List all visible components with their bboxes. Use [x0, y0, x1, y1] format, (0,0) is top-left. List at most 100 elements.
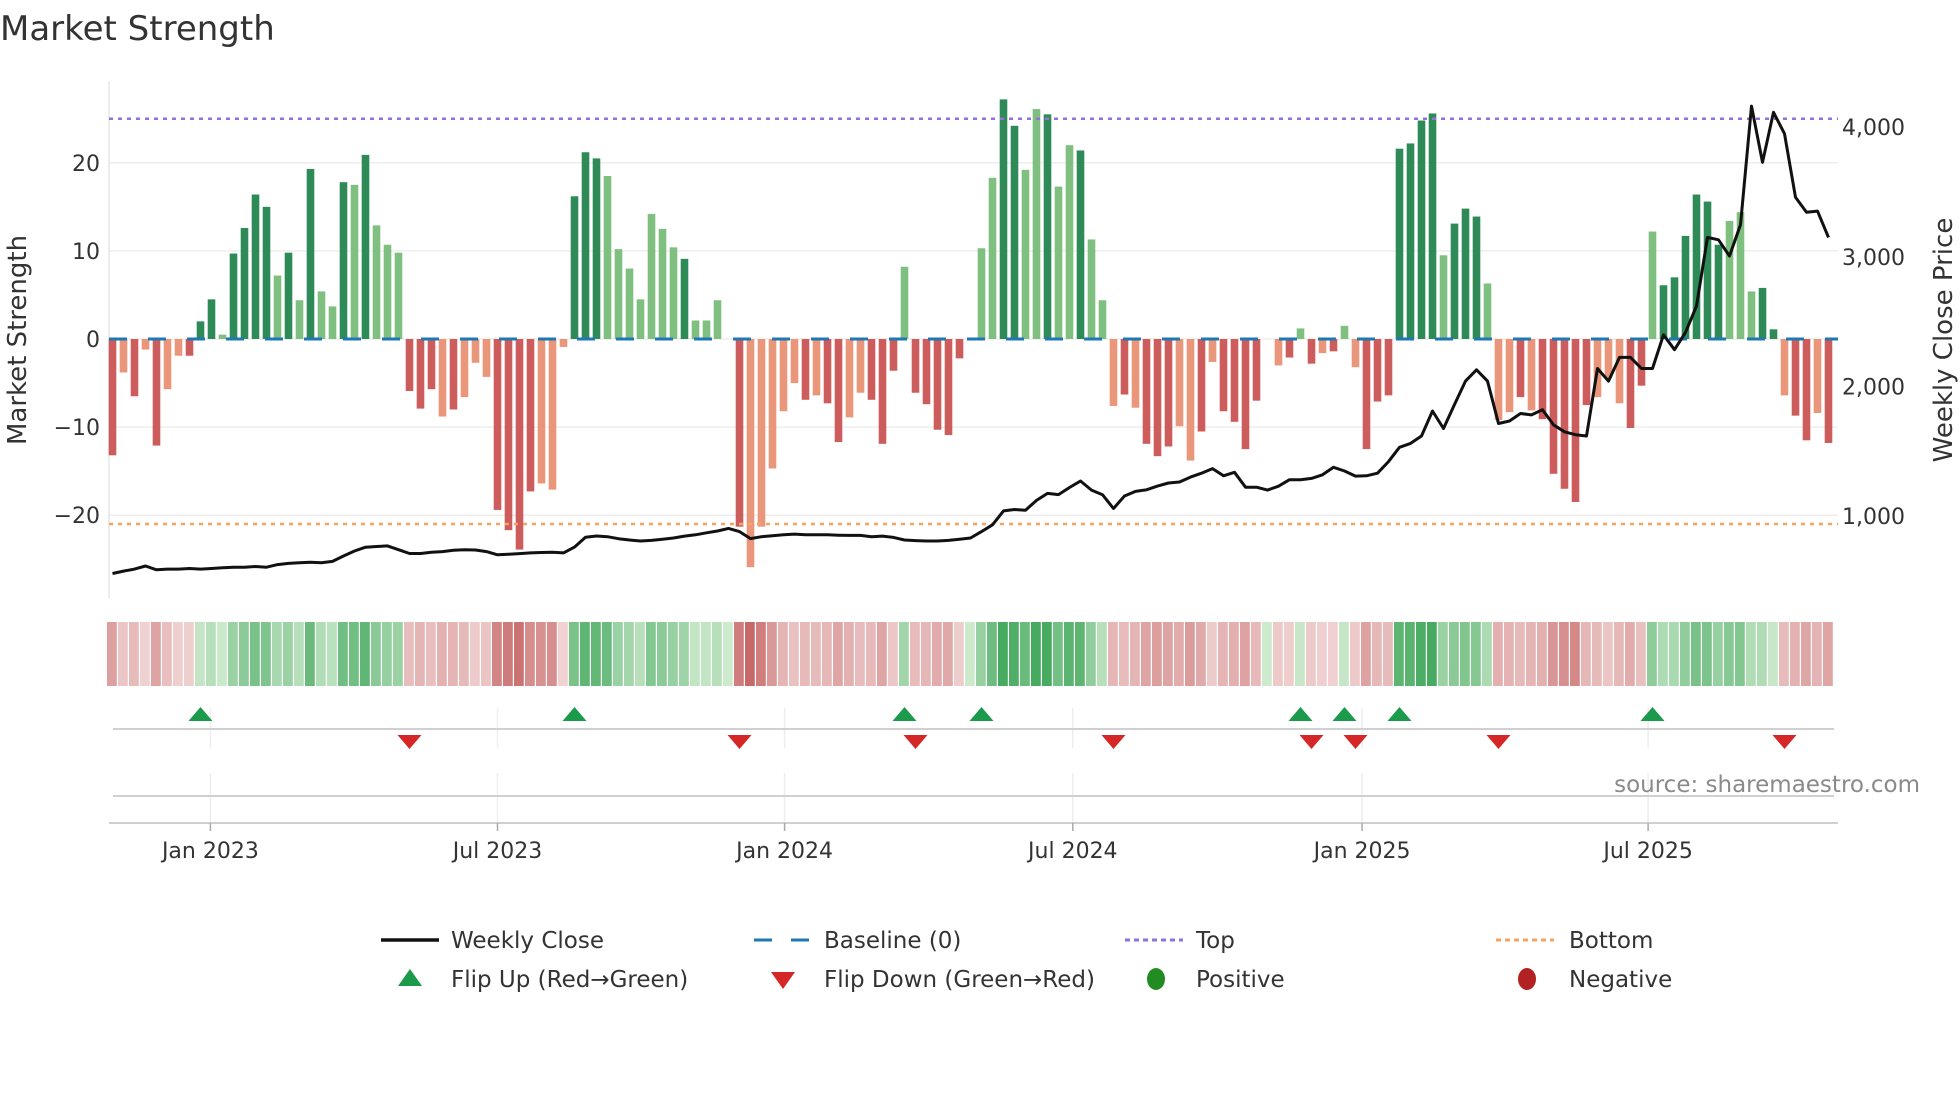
- positive-bar: [1296, 328, 1305, 339]
- positive-bar: [900, 266, 909, 339]
- negative-bar: [856, 339, 865, 393]
- strength-cell: [1196, 622, 1206, 686]
- strength-cell: [1174, 622, 1184, 686]
- strength-cell: [822, 622, 832, 686]
- strength-cell: [756, 622, 766, 686]
- positive-bar: [977, 248, 986, 339]
- negative-bar: [768, 339, 777, 469]
- positive-bar: [196, 321, 205, 339]
- strength-cell: [1350, 622, 1360, 686]
- y2-axis-label: Weekly Close Price: [1929, 218, 1959, 463]
- strength-cell: [349, 622, 359, 686]
- positive-bar: [713, 300, 722, 339]
- legend-label: Baseline (0): [824, 928, 961, 954]
- negative-bar: [1571, 339, 1580, 502]
- flip-down-marker: [1101, 735, 1126, 749]
- strength-cell: [1592, 622, 1602, 686]
- strength-cell: [1361, 622, 1371, 686]
- positive-bar: [1769, 329, 1778, 339]
- legend-item-positive: Positive: [1147, 967, 1285, 993]
- negative-bar: [174, 339, 183, 356]
- strength-cell: [1009, 622, 1019, 686]
- negative-bar: [779, 339, 788, 412]
- negative-bar: [438, 339, 447, 417]
- strength-cell: [1163, 622, 1173, 686]
- flip-down-marker: [1486, 735, 1511, 749]
- strength-cell: [140, 622, 150, 686]
- legend-item-bottom: Bottom: [1496, 928, 1653, 954]
- positive-bar: [570, 196, 579, 339]
- strength-cell: [459, 622, 469, 686]
- strength-cell: [657, 622, 667, 686]
- strength-cell: [1691, 622, 1701, 686]
- strength-cell: [1251, 622, 1261, 686]
- negative-bar: [845, 339, 854, 418]
- negative-bar: [141, 339, 150, 350]
- strength-cell: [536, 622, 546, 686]
- strength-cell: [437, 622, 447, 686]
- x-tick-label: Jul 2023: [451, 839, 543, 864]
- negative-bar: [1560, 339, 1569, 489]
- flip-up-marker: [892, 707, 917, 721]
- strength-cell: [1581, 622, 1591, 686]
- strength-cell: [800, 622, 810, 686]
- strength-cell: [1042, 622, 1052, 686]
- y-axis-label: Market Strength: [3, 235, 33, 445]
- flip-up-marker: [1640, 707, 1665, 721]
- y-tick-label: 0: [86, 328, 100, 353]
- positive-bar: [1032, 109, 1041, 340]
- strength-bars: [108, 99, 1833, 568]
- strength-cell: [426, 622, 436, 686]
- negative-bar: [1241, 339, 1250, 450]
- negative-bar: [108, 339, 117, 456]
- flip-down-marker: [397, 735, 422, 749]
- strength-cell: [954, 622, 964, 686]
- positive-bar: [1065, 145, 1074, 339]
- strength-cell: [624, 622, 634, 686]
- strength-cell: [107, 622, 117, 686]
- negative-bar: [867, 339, 876, 400]
- legend-item-baseline: Baseline (0): [754, 928, 961, 954]
- x-tick-label: Jan 2023: [160, 839, 259, 864]
- legend-item-top: Top: [1125, 928, 1235, 954]
- negative-bar: [185, 339, 194, 356]
- flip-up-marker: [1288, 707, 1313, 721]
- negative-bar: [1813, 339, 1822, 414]
- strength-cell: [1339, 622, 1349, 686]
- legend-label: Positive: [1196, 967, 1285, 993]
- positive-bar: [1439, 255, 1448, 339]
- strength-cell: [591, 622, 601, 686]
- legend-item-weekly-close: Weekly Close: [381, 928, 604, 954]
- strength-cell: [921, 622, 931, 686]
- strength-cell: [1130, 622, 1140, 686]
- strength-cell: [1086, 622, 1096, 686]
- strength-cell: [360, 622, 370, 686]
- negative-bar: [163, 339, 172, 390]
- negative-bar: [1637, 339, 1646, 386]
- negative-bar: [537, 339, 546, 484]
- negative-bar: [1307, 339, 1316, 364]
- y-tick-label: −10: [54, 416, 100, 441]
- positive-bar: [636, 299, 645, 339]
- legend-label: Weekly Close: [451, 928, 604, 954]
- strength-cell: [1504, 622, 1514, 686]
- strength-cell: [1438, 622, 1448, 686]
- strength-cell: [1262, 622, 1272, 686]
- positive-bar: [1472, 216, 1481, 339]
- strength-cell: [943, 622, 953, 686]
- strength-cell: [294, 622, 304, 686]
- strength-cell: [679, 622, 689, 686]
- positive-bar: [383, 244, 392, 339]
- positive-bar: [592, 158, 601, 339]
- strength-cell: [1207, 622, 1217, 686]
- strength-cell: [195, 622, 205, 686]
- negative-bar: [834, 339, 843, 443]
- strength-cell: [1548, 622, 1558, 686]
- circle-icon: [1147, 968, 1165, 990]
- negative-bar: [812, 339, 821, 396]
- positive-bar: [658, 228, 667, 339]
- positive-bar: [702, 320, 711, 339]
- positive-bar: [614, 249, 623, 339]
- legend-label: Flip Up (Red→Green): [451, 967, 688, 993]
- strength-cell: [261, 622, 271, 686]
